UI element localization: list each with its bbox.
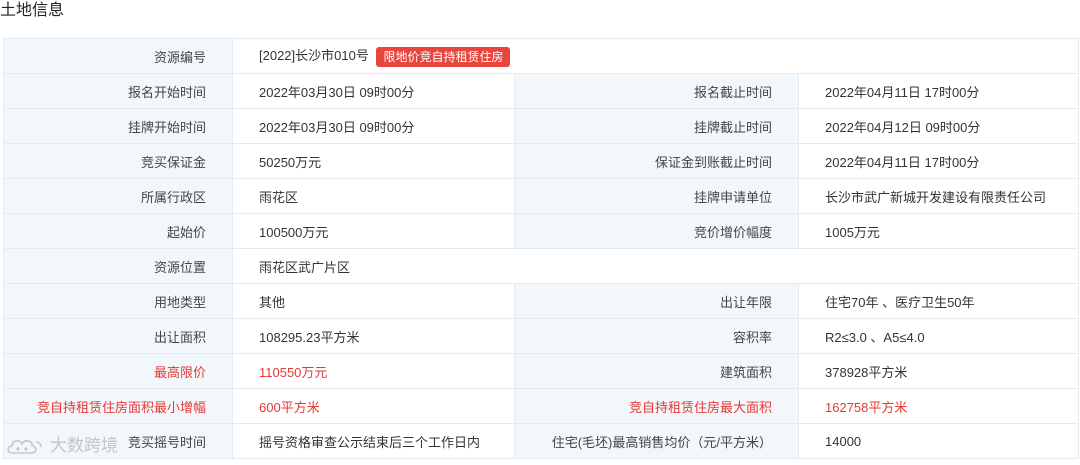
location-label: 资源位置 (3, 248, 233, 284)
deposit-deadline-value: 2022年04月11日 17时00分 (798, 143, 1079, 179)
signup-start-label: 报名开始时间 (3, 73, 233, 109)
increment-label: 竞价增价幅度 (514, 213, 799, 249)
deposit-value: 50250万元 (232, 143, 515, 179)
rental-max-area-value: 162758平方米 (798, 388, 1079, 424)
rental-min-increment-label: 竞自持租赁住房面积最小增幅 (3, 388, 233, 424)
rental-min-increment-value: 600平方米 (232, 388, 515, 424)
land-use-label: 用地类型 (3, 283, 233, 319)
term-value: 住宅70年 、医疗卫生50年 (798, 283, 1079, 319)
land-use-value: 其他 (232, 283, 515, 319)
land-info-table: 资源编号 [2022]长沙市010号 限地价竞自持租赁住房 报名开始时间 202… (3, 38, 1079, 459)
listing-end-value: 2022年04月12日 09时00分 (798, 108, 1079, 144)
table-row: 用地类型 其他 出让年限 住宅70年 、医疗卫生50年 (3, 283, 1079, 319)
signup-end-label: 报名截止时间 (514, 73, 799, 109)
location-value: 雨花区武广片区 (232, 248, 1079, 284)
deposit-deadline-label: 保证金到账截止时间 (514, 143, 799, 179)
table-row: 竞买摇号时间 摇号资格审查公示结束后三个工作日内 住宅(毛坯)最高销售均价（元/… (3, 423, 1079, 459)
deposit-label: 竞买保证金 (3, 143, 233, 179)
listing-start-value: 2022年03月30日 09时00分 (232, 108, 515, 144)
resource-id-label: 资源编号 (3, 38, 233, 74)
table-row: 最高限价 110550万元 建筑面积 378928平方米 (3, 353, 1079, 389)
listing-end-label: 挂牌截止时间 (514, 108, 799, 144)
lottery-time-label: 竞买摇号时间 (3, 423, 233, 459)
lottery-time-value: 摇号资格审查公示结束后三个工作日内 (232, 423, 515, 459)
far-label: 容积率 (514, 318, 799, 354)
signup-start-value: 2022年03月30日 09时00分 (232, 73, 515, 109)
far-value: R2≤3.0 、A5≤4.0 (798, 318, 1079, 354)
table-row: 资源编号 [2022]长沙市010号 限地价竞自持租赁住房 (3, 38, 1079, 74)
applicant-label: 挂牌申请单位 (514, 178, 799, 214)
max-price-value: 110550万元 (232, 353, 515, 389)
increment-value: 1005万元 (798, 213, 1079, 249)
resource-id-value: [2022]长沙市010号 (259, 48, 369, 64)
table-row: 竞自持租赁住房面积最小增幅 600平方米 竞自持租赁住房最大面积 162758平… (3, 388, 1079, 424)
table-row: 竞买保证金 50250万元 保证金到账截止时间 2022年04月11日 17时0… (3, 143, 1079, 179)
listing-start-label: 挂牌开始时间 (3, 108, 233, 144)
district-label: 所属行政区 (3, 178, 233, 214)
land-type-tag: 限地价竞自持租赁住房 (376, 46, 511, 67)
table-row: 起始价 100500万元 竞价增价幅度 1005万元 (3, 213, 1079, 249)
rental-max-area-label: 竞自持租赁住房最大面积 (514, 388, 799, 424)
section-title: 土地信息 (0, 2, 65, 19)
max-price-label: 最高限价 (3, 353, 233, 389)
building-area-value: 378928平方米 (798, 353, 1079, 389)
table-row: 出让面积 108295.23平方米 容积率 R2≤3.0 、A5≤4.0 (3, 318, 1079, 354)
start-price-value: 100500万元 (232, 213, 515, 249)
table-row: 挂牌开始时间 2022年03月30日 09时00分 挂牌截止时间 2022年04… (3, 108, 1079, 144)
resource-id-cell: [2022]长沙市010号 限地价竞自持租赁住房 (232, 38, 1079, 74)
table-row: 资源位置 雨花区武广片区 (3, 248, 1079, 284)
area-label: 出让面积 (3, 318, 233, 354)
applicant-value: 长沙市武广新城开发建设有限责任公司 (798, 178, 1079, 214)
table-row: 报名开始时间 2022年03月30日 09时00分 报名截止时间 2022年04… (3, 73, 1079, 109)
max-avg-price-label: 住宅(毛坯)最高销售均价（元/平方米） (514, 423, 799, 459)
table-row: 所属行政区 雨花区 挂牌申请单位 长沙市武广新城开发建设有限责任公司 (3, 178, 1079, 214)
signup-end-value: 2022年04月11日 17时00分 (798, 73, 1079, 109)
term-label: 出让年限 (514, 283, 799, 319)
building-area-label: 建筑面积 (514, 353, 799, 389)
start-price-label: 起始价 (3, 213, 233, 249)
district-value: 雨花区 (232, 178, 515, 214)
area-value: 108295.23平方米 (232, 318, 515, 354)
max-avg-price-value: 14000 (798, 423, 1079, 459)
